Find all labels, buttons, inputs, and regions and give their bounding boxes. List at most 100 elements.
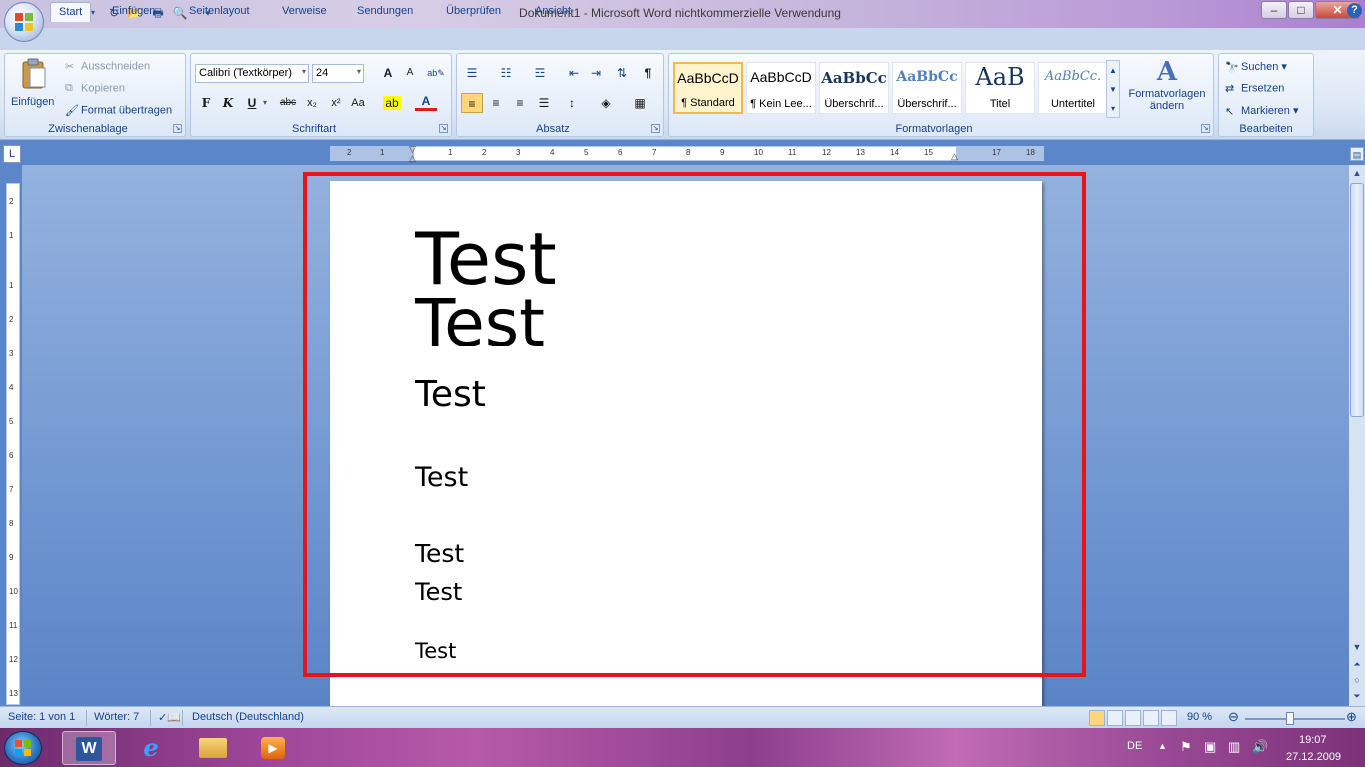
scroll-down-icon[interactable]: ▼ xyxy=(1350,640,1364,654)
zoom-out-icon[interactable]: ⊖ xyxy=(1228,709,1239,725)
clipboard-launcher-icon[interactable]: ↘ xyxy=(173,124,182,133)
hanging-indent-icon[interactable]: △ xyxy=(409,153,416,164)
sort-button[interactable]: ⇅ xyxy=(611,63,633,83)
paste-button[interactable]: Einfügen xyxy=(9,56,61,114)
cut-button[interactable]: ✂ Ausschneiden xyxy=(65,60,150,73)
input-language[interactable]: DE xyxy=(1127,740,1142,752)
volume-icon[interactable]: 🔊 xyxy=(1252,739,1268,755)
scroll-up-icon[interactable]: ▲ xyxy=(1350,166,1364,180)
taskbar-explorer[interactable] xyxy=(186,731,240,765)
browse-object-icon[interactable]: ○ xyxy=(1350,673,1364,687)
underline-dropdown-icon[interactable]: ▾ xyxy=(263,98,267,107)
show-formatting-button[interactable]: ¶ xyxy=(637,63,659,83)
grow-font-button[interactable]: A xyxy=(377,63,399,83)
clock-time[interactable]: 19:07 xyxy=(1299,734,1327,746)
style-title[interactable]: AaB Titel xyxy=(965,62,1035,114)
copy-button[interactable]: ⧉ Kopieren xyxy=(65,82,125,95)
line-spacing-button[interactable]: ↕ xyxy=(561,93,583,113)
select-button[interactable]: ↖ Markieren ▾ xyxy=(1225,104,1298,118)
taskbar-word[interactable]: W xyxy=(62,731,116,765)
print-layout-view-icon[interactable] xyxy=(1089,710,1105,726)
tab-start[interactable]: Start xyxy=(50,2,92,22)
font-color-button[interactable]: A xyxy=(415,93,437,111)
increase-indent-button[interactable]: ⇥ xyxy=(585,63,607,83)
underline-button[interactable]: U xyxy=(241,93,263,113)
superscript-button[interactable]: x² xyxy=(325,93,347,113)
align-center-button[interactable]: ≡ xyxy=(485,93,507,113)
maximize-button[interactable]: □ xyxy=(1288,1,1314,19)
next-page-icon[interactable]: ⏷ xyxy=(1350,689,1364,703)
decrease-indent-button[interactable]: ⇤ xyxy=(563,63,585,83)
style-heading2[interactable]: AaBbCc Überschrif... xyxy=(892,62,962,114)
shrink-font-button[interactable]: A xyxy=(399,63,421,83)
ruler-tick-label: 2 xyxy=(347,148,352,157)
tab-ansicht[interactable]: Ansicht xyxy=(527,2,579,22)
scrollbar-thumb[interactable] xyxy=(1350,183,1364,417)
full-screen-reading-view-icon[interactable] xyxy=(1107,710,1123,726)
style-kein-leerraum[interactable]: AaBbCcD ¶ Kein Lee... xyxy=(746,62,816,114)
italic-button[interactable]: K xyxy=(217,93,239,113)
multilevel-list-button[interactable]: ☲ xyxy=(529,63,551,83)
web-layout-view-icon[interactable] xyxy=(1125,710,1141,726)
justify-button[interactable]: ☰ xyxy=(533,93,555,113)
styles-launcher-icon[interactable]: ↘ xyxy=(1201,124,1210,133)
view-ruler-icon[interactable]: ▤ xyxy=(1350,147,1364,161)
action-center-icon[interactable]: ⚑ xyxy=(1180,739,1192,755)
bullets-button[interactable]: ☰ xyxy=(461,63,483,83)
previous-page-icon[interactable]: ⏶ xyxy=(1350,657,1364,671)
styles-gallery-scroll[interactable]: ▲ ▼ ▾ xyxy=(1106,60,1120,118)
taskbar-media-player[interactable]: ▶ xyxy=(246,731,300,765)
change-case-button[interactable]: Aa xyxy=(347,93,369,113)
font-family-select[interactable]: Calibri (Textkörper) ▾ xyxy=(195,64,309,83)
style-heading1[interactable]: AaBbCc Überschrif... xyxy=(819,62,889,114)
font-launcher-icon[interactable]: ↘ xyxy=(439,124,448,133)
replace-button[interactable]: ⇄ Ersetzen xyxy=(1225,82,1284,95)
tab-ueberpruefen[interactable]: Überprüfen xyxy=(438,2,509,22)
language-status[interactable]: Deutsch (Deutschland) xyxy=(192,711,304,723)
show-hidden-icons-icon[interactable]: ▲ xyxy=(1158,741,1167,751)
start-button[interactable] xyxy=(4,731,42,765)
right-indent-icon[interactable]: △ xyxy=(951,151,958,162)
style-subtitle[interactable]: AaBbCc. Untertitel xyxy=(1038,62,1108,114)
red-highlight-box xyxy=(303,172,1086,677)
style-standard[interactable]: AaBbCcD ¶ Standard xyxy=(673,62,743,114)
align-right-button[interactable]: ≡ xyxy=(509,93,531,113)
borders-button[interactable]: ▦ xyxy=(629,93,651,113)
network-icon[interactable]: ▥ xyxy=(1228,739,1240,755)
minimize-button[interactable]: – xyxy=(1261,1,1287,19)
draft-view-icon[interactable] xyxy=(1161,710,1177,726)
zoom-level[interactable]: 90 % xyxy=(1187,711,1212,723)
strikethrough-button[interactable]: abc xyxy=(277,93,299,113)
shading-button[interactable]: ◈ xyxy=(595,93,617,113)
tab-selector-button[interactable]: L xyxy=(3,145,21,163)
numbering-button[interactable]: ☷ xyxy=(495,63,517,83)
scissors-icon: ✂ xyxy=(65,61,75,73)
font-size-select[interactable]: 24 ▾ xyxy=(312,64,364,83)
zoom-slider-track[interactable] xyxy=(1245,718,1345,720)
zoom-slider-thumb[interactable] xyxy=(1286,712,1294,725)
highlight-button[interactable]: ab xyxy=(381,93,403,113)
device-icon[interactable]: ▣ xyxy=(1204,739,1216,755)
change-styles-button[interactable]: A Formatvorlagen ändern xyxy=(1125,58,1209,120)
tab-einfuegen[interactable]: Einfügen xyxy=(104,2,163,22)
status-divider xyxy=(150,710,151,726)
proofing-icon[interactable]: ✓📖 xyxy=(158,711,181,724)
tab-seitenlayout[interactable]: Seitenlayout xyxy=(181,2,258,22)
subscript-button[interactable]: x₂ xyxy=(301,93,323,113)
zoom-in-icon[interactable]: ⊕ xyxy=(1346,709,1357,725)
taskbar-internet-explorer[interactable]: e xyxy=(124,731,178,765)
help-icon[interactable]: ? xyxy=(1347,3,1362,18)
format-painter-button[interactable]: 🖌 Format übertragen xyxy=(65,104,172,117)
word-count-status[interactable]: Wörter: 7 xyxy=(94,711,139,723)
page-count-status[interactable]: Seite: 1 von 1 xyxy=(8,711,75,723)
tab-verweise[interactable]: Verweise xyxy=(274,2,335,22)
tab-sendungen[interactable]: Sendungen xyxy=(349,2,421,22)
find-button[interactable]: 🔭 Suchen ▾ xyxy=(1225,60,1287,74)
clear-format-button[interactable]: ab✎ xyxy=(425,63,447,83)
paragraph-launcher-icon[interactable]: ↘ xyxy=(651,124,660,133)
align-left-button[interactable]: ≡ xyxy=(461,93,483,113)
bold-button[interactable]: F xyxy=(195,93,217,113)
clock-date[interactable]: 27.12.2009 xyxy=(1286,751,1341,763)
outline-view-icon[interactable] xyxy=(1143,710,1159,726)
office-button[interactable] xyxy=(4,2,44,42)
